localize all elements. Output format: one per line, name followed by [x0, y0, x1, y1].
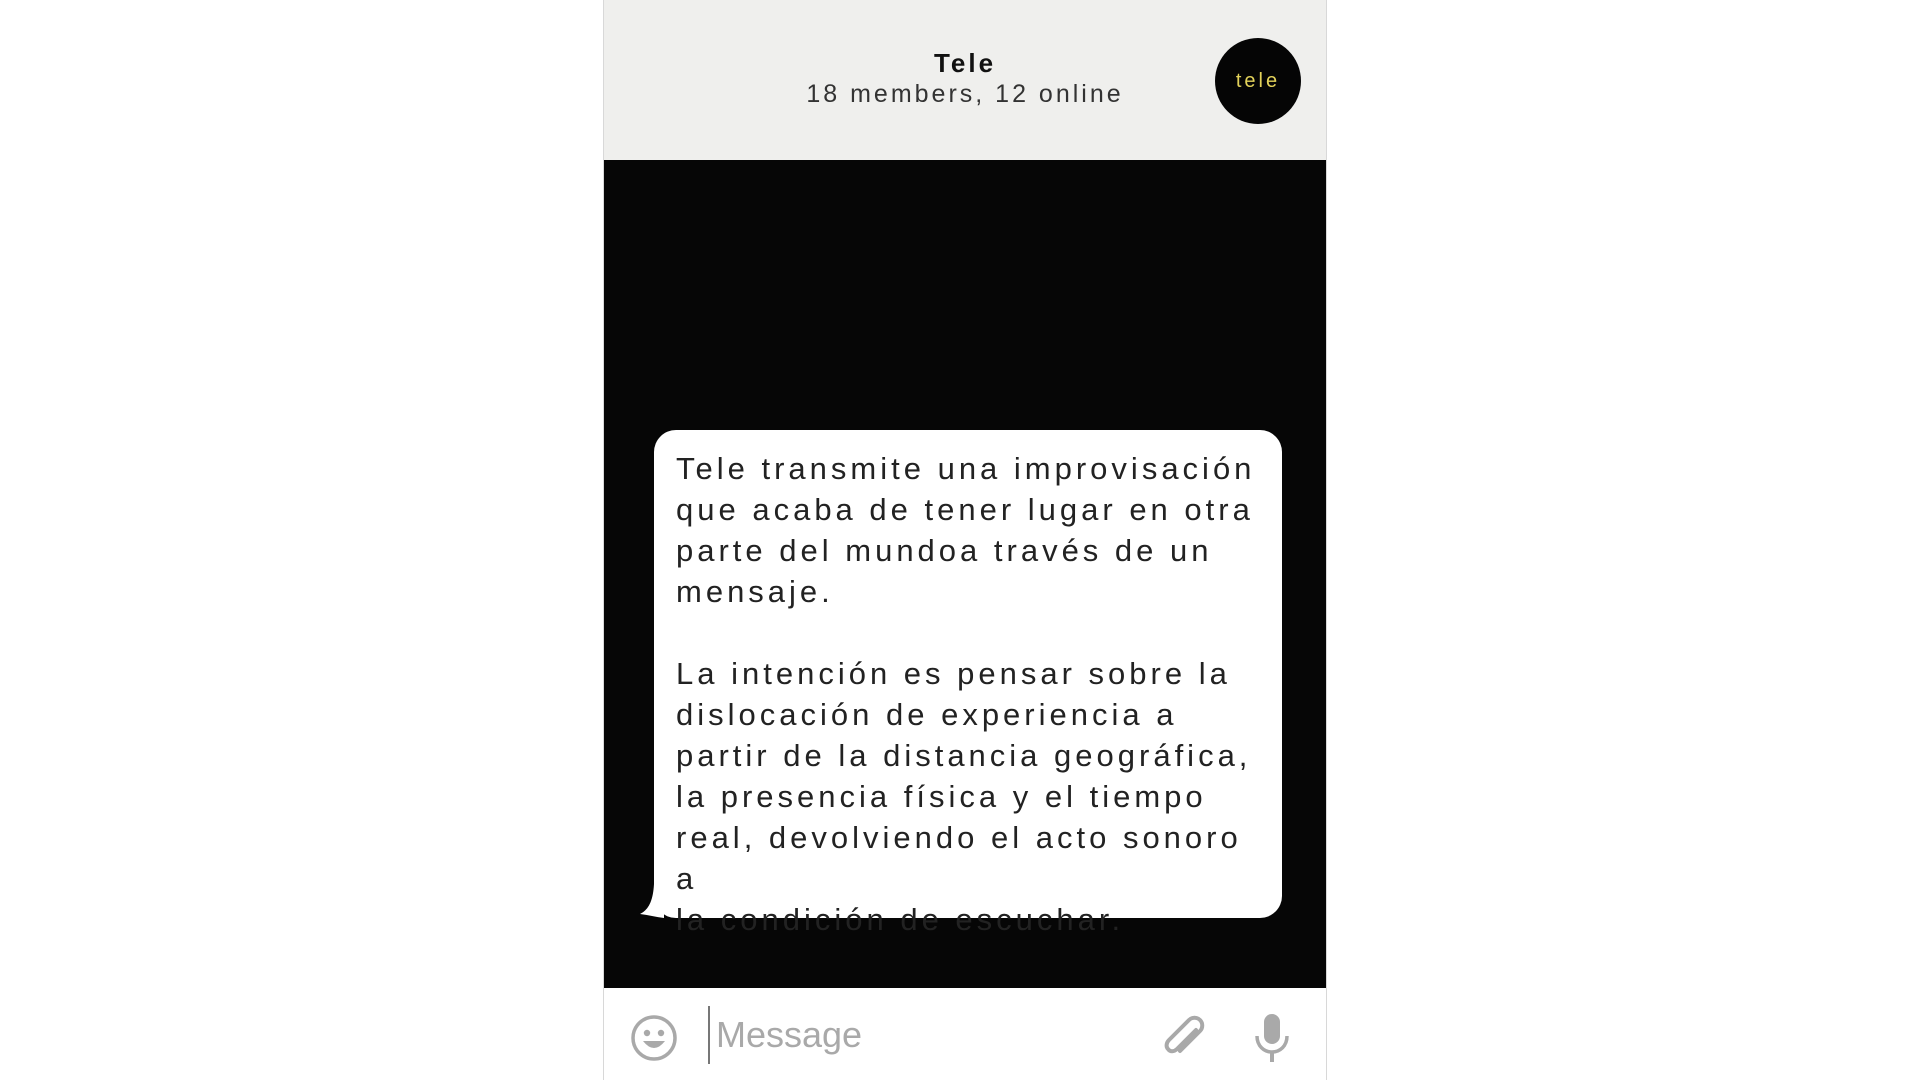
smiley-icon[interactable]	[630, 1014, 678, 1062]
message-input[interactable]	[708, 1006, 1128, 1064]
message-list[interactable]: Tele transmite una improvisación que aca…	[604, 160, 1326, 988]
microphone-icon[interactable]	[1252, 1012, 1292, 1064]
message-paragraph: Tele transmite una improvisación que aca…	[676, 451, 1256, 609]
message-composer	[604, 988, 1326, 1080]
group-avatar[interactable]: tele	[1215, 38, 1301, 124]
bubble-tail	[640, 884, 664, 918]
chat-header: Tele 18 members, 12 online tele	[604, 0, 1326, 160]
paperclip-icon[interactable]	[1156, 1010, 1208, 1062]
avatar-label: tele	[1235, 69, 1281, 92]
message-bubble[interactable]: Tele transmite una improvisación que aca…	[640, 430, 1282, 937]
message-paragraph: La intención es pensar sobre la dislocac…	[676, 656, 1252, 937]
chat-window: Tele 18 members, 12 online tele Tele tra…	[603, 0, 1327, 1080]
